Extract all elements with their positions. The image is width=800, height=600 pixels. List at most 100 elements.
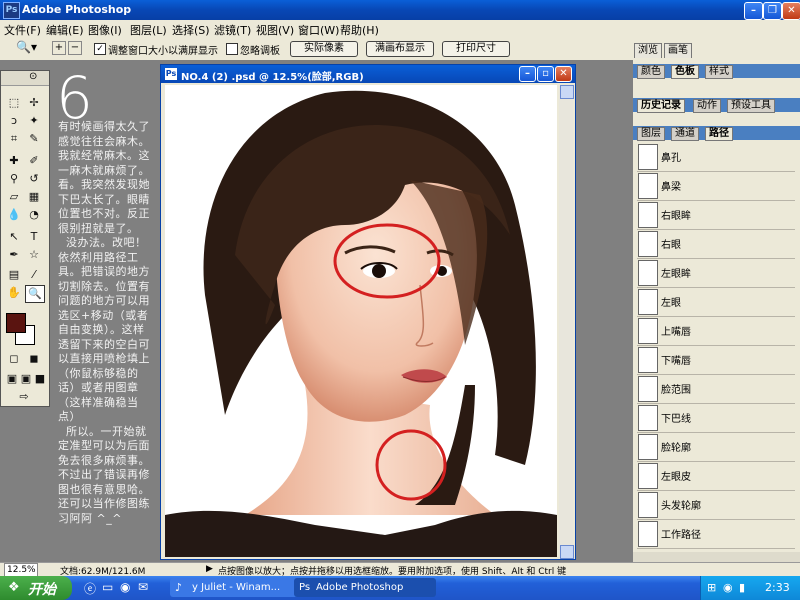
photoshop-taskbar-icon: Ps: [299, 582, 311, 593]
zoom-in-icon[interactable]: +: [52, 41, 66, 55]
minimize-button[interactable]: –: [744, 2, 763, 20]
eyedropper-tool-icon[interactable]: ⁄: [25, 267, 43, 283]
jump-to-imageready-icon[interactable]: ⇨: [15, 389, 33, 405]
zoom-tool-icon[interactable]: 🔍▾: [16, 40, 37, 54]
path-item[interactable]: 工作路径: [637, 519, 795, 549]
layers-palette-tabs: 图层 通道 路径: [633, 126, 800, 141]
document-vertical-scrollbar[interactable]: [559, 85, 574, 559]
menu-window[interactable]: 窗口(W): [298, 22, 339, 38]
crop-tool-icon[interactable]: ⌗: [5, 131, 23, 147]
tab-color[interactable]: 颜色: [637, 65, 665, 79]
tab-paths[interactable]: 路径: [705, 127, 733, 141]
maximize-button[interactable]: ❐: [763, 2, 782, 20]
path-item[interactable]: 上嘴唇: [637, 316, 795, 346]
ignore-palettes-checkbox[interactable]: [226, 43, 238, 55]
clone-stamp-icon[interactable]: ⚲: [5, 171, 23, 187]
tutorial-paragraph: 没办法。改吧！依然利用路径工具。把错误的地方切割除去。位置有问题的地方可以用选区…: [58, 236, 150, 423]
scroll-down-icon[interactable]: [560, 545, 574, 559]
close-button[interactable]: ✕: [782, 2, 800, 20]
menu-view[interactable]: 视图(V): [256, 22, 294, 38]
taskbar-item-winamp[interactable]: ♪ y Juliet - Winam...: [170, 578, 310, 597]
resize-window-label: 调整窗口大小以满屏显示: [108, 46, 218, 57]
palette-well-tab-browse[interactable]: 浏览: [634, 43, 662, 58]
document-maximize-button[interactable]: ▫: [537, 66, 554, 82]
path-item[interactable]: 左眼眸: [637, 258, 795, 288]
screen-mode-full-icon[interactable]: ■: [31, 371, 49, 387]
menu-edit[interactable]: 编辑(E): [46, 22, 84, 38]
path-item[interactable]: 鼻梁: [637, 171, 795, 201]
menu-help[interactable]: 帮助(H): [340, 22, 379, 38]
path-item[interactable]: 右眼眸: [637, 200, 795, 230]
history-brush-icon[interactable]: ↺: [25, 171, 43, 187]
blur-tool-icon[interactable]: 💧: [5, 207, 23, 223]
menu-image[interactable]: 图像(I): [88, 22, 122, 38]
start-button[interactable]: ❖ 开始: [0, 576, 72, 600]
lasso-tool-icon[interactable]: ↄ: [5, 113, 23, 129]
tab-styles[interactable]: 样式: [705, 65, 733, 79]
tab-layers[interactable]: 图层: [637, 127, 665, 141]
document-close-button[interactable]: ✕: [555, 66, 572, 82]
volume-icon[interactable]: ◉: [723, 581, 733, 594]
taskbar-item-photoshop[interactable]: Ps Adobe Photoshop: [294, 578, 436, 597]
eraser-tool-icon[interactable]: ▱: [5, 189, 23, 205]
shape-tool-icon[interactable]: ☆: [25, 247, 43, 263]
move-tool-icon[interactable]: ✢: [25, 95, 43, 111]
gradient-tool-icon[interactable]: ▦: [25, 189, 43, 205]
resize-window-checkbox[interactable]: ✓: [94, 43, 106, 55]
tab-actions[interactable]: 动作: [693, 99, 721, 113]
magic-wand-icon[interactable]: ✦: [25, 113, 43, 129]
path-item[interactable]: 左眼: [637, 287, 795, 317]
standard-mode-icon[interactable]: ◻: [5, 351, 23, 367]
email-icon[interactable]: ✉: [138, 580, 148, 594]
path-selection-icon[interactable]: ↖: [5, 229, 23, 245]
image-canvas[interactable]: [165, 85, 557, 557]
path-thumbnail: [638, 318, 658, 344]
document-title-bar[interactable]: Ps NO.4 (2) .psd @ 12.5%(脸部,RGB) – ▫ ✕: [161, 65, 575, 83]
zoom-out-icon[interactable]: −: [68, 41, 82, 55]
quick-mask-icon[interactable]: ◼: [25, 351, 43, 367]
scroll-up-icon[interactable]: [560, 85, 574, 99]
tab-history[interactable]: 历史记录: [637, 99, 685, 113]
menu-layer[interactable]: 图层(L): [130, 22, 167, 38]
path-item[interactable]: 右眼: [637, 229, 795, 259]
zoom-level-field[interactable]: 12.5%: [4, 563, 38, 577]
menu-select[interactable]: 选择(S): [172, 22, 210, 38]
dodge-tool-icon[interactable]: ◔: [25, 207, 43, 223]
path-item[interactable]: 鼻孔: [637, 142, 795, 172]
app-title-bar: Ps Adobe Photoshop – ❐ ✕: [0, 0, 800, 20]
document-minimize-button[interactable]: –: [519, 66, 536, 82]
path-item[interactable]: 下巴线: [637, 403, 795, 433]
menu-file[interactable]: 文件(F): [4, 22, 41, 38]
path-thumbnail: [638, 463, 658, 489]
marquee-tool-icon[interactable]: ⬚: [5, 95, 23, 111]
fit-on-screen-button[interactable]: 满画布显示: [366, 41, 434, 57]
foreground-color-swatch[interactable]: [6, 313, 26, 333]
hand-tool-icon[interactable]: ✋: [5, 285, 23, 301]
print-size-button[interactable]: 打印尺寸: [442, 41, 510, 57]
menu-filter[interactable]: 滤镜(T): [214, 22, 251, 38]
path-item[interactable]: 脸轮廓: [637, 432, 795, 462]
pen-tool-icon[interactable]: ✒: [5, 247, 23, 263]
adobe-online-icon[interactable]: ⊙: [29, 71, 37, 82]
notes-tool-icon[interactable]: ▤: [5, 267, 23, 283]
path-item[interactable]: 左眼皮: [637, 461, 795, 491]
path-item[interactable]: 脸范围: [637, 374, 795, 404]
slice-tool-icon[interactable]: ✎: [25, 131, 43, 147]
actual-pixels-button[interactable]: 实际像素: [290, 41, 358, 57]
palette-well-tab-brushes[interactable]: 画笔: [664, 43, 692, 58]
tab-swatches[interactable]: 色板: [671, 65, 699, 79]
status-arrow-icon: ▶: [206, 564, 213, 574]
network-icon[interactable]: ⊞: [707, 581, 716, 594]
type-tool-icon[interactable]: T: [25, 229, 43, 245]
zoom-tool-icon[interactable]: 🔍: [25, 285, 45, 303]
ie-icon[interactable]: ⓔ: [84, 580, 96, 597]
path-item[interactable]: 下嘴唇: [637, 345, 795, 375]
desktop-icon[interactable]: ▭: [102, 580, 113, 594]
path-item[interactable]: 头发轮廓: [637, 490, 795, 520]
brush-tool-icon[interactable]: ✐: [25, 153, 43, 169]
tab-channels[interactable]: 通道: [671, 127, 699, 141]
healing-brush-icon[interactable]: ✚: [5, 153, 23, 169]
media-player-icon[interactable]: ◉: [120, 580, 130, 594]
tray-app-icon[interactable]: ▮: [739, 581, 745, 594]
tab-tool-presets[interactable]: 预设工具: [727, 99, 775, 113]
